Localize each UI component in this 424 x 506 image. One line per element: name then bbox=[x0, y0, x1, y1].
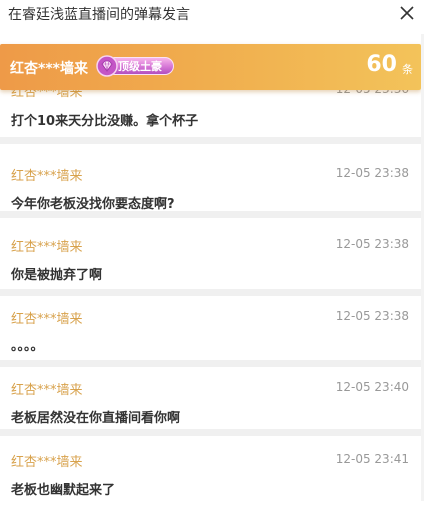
message-item: 红杏***墙来 12-05 23:38 。。。。 bbox=[0, 296, 421, 367]
message-username[interactable]: 红杏***墙来 bbox=[11, 451, 83, 470]
message-text: 打个10来天分比没赚。拿个杯子 bbox=[11, 114, 199, 129]
message-text: 今年你老板没找你要态度啊? bbox=[11, 197, 175, 212]
message-time: 12-05 23:40 bbox=[335, 380, 409, 394]
badge-label: 顶级土豪 bbox=[118, 60, 162, 73]
message-text: 老板也幽默起来了 bbox=[11, 483, 116, 498]
message-text: 老板居然没在你直播间看你啊 bbox=[11, 411, 181, 426]
message-item: 红杏***墙来 12-05 23:38 今年你老板没找你要态度啊? bbox=[0, 151, 421, 218]
diamond-icon bbox=[96, 55, 118, 77]
message-username[interactable]: 红杏***墙来 bbox=[11, 165, 83, 184]
message-count-unit: 条 bbox=[402, 63, 413, 76]
message-time: 12-05 23:38 bbox=[335, 237, 409, 251]
message-time: 12-05 23:38 bbox=[335, 309, 409, 323]
message-text: 你是被抛弃了啊 bbox=[11, 268, 103, 283]
message-username[interactable]: 红杏***墙来 bbox=[11, 236, 83, 255]
message-time: 12-05 23:41 bbox=[335, 452, 409, 466]
message-item: 红杏***墙来 12-05 23:41 老板也幽默起来了 bbox=[0, 436, 421, 506]
banner-username[interactable]: 红杏***墙来 bbox=[10, 58, 88, 78]
message-username[interactable]: 红杏***墙来 bbox=[11, 379, 83, 398]
message-item: 红杏***墙来 12-05 23:36 打个10来天分比没赚。拿个杯子 bbox=[0, 81, 421, 144]
message-count: 60 bbox=[366, 52, 397, 77]
title-bar: 在睿廷浅蓝直播间的弹幕发言 bbox=[0, 0, 424, 34]
message-text: 。。。。 bbox=[11, 339, 44, 354]
message-item: 红杏***墙来 12-05 23:40 老板居然没在你直播间看你啊 bbox=[0, 367, 421, 436]
rank-badge: 顶级土豪 bbox=[96, 55, 176, 77]
message-username[interactable]: 红杏***墙来 bbox=[11, 308, 83, 327]
message-time: 12-05 23:38 bbox=[335, 166, 409, 180]
window-title: 在睿廷浅蓝直播间的弹幕发言 bbox=[8, 7, 190, 23]
close-icon[interactable] bbox=[396, 2, 418, 24]
message-item: 红杏***墙来 12-05 23:38 你是被抛弃了啊 bbox=[0, 224, 421, 296]
user-summary-banner: 红杏***墙来 顶级土豪 60 条 bbox=[0, 44, 421, 90]
